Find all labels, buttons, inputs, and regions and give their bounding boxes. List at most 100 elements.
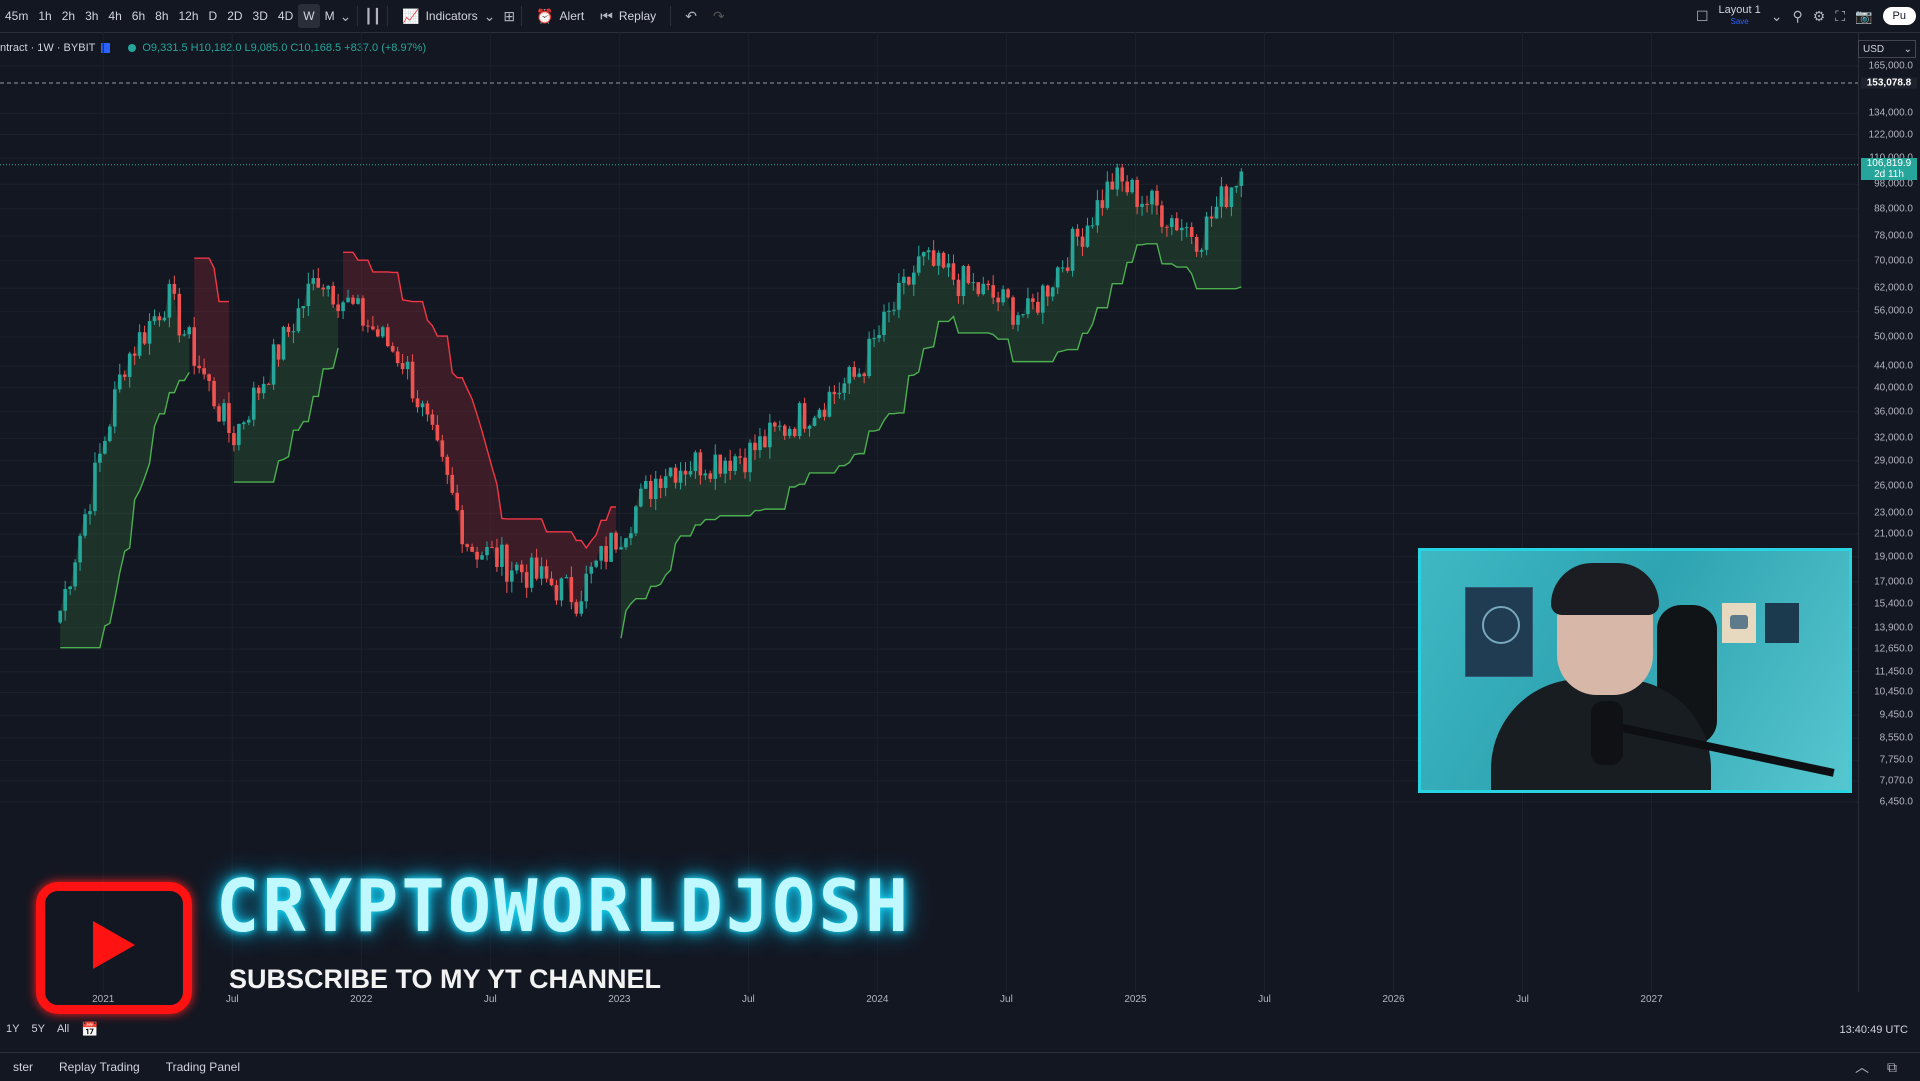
price-tick-label: 122,000.0 [1868, 129, 1914, 141]
play-icon [1730, 615, 1748, 629]
gear-icon[interactable]: ⚙ [1813, 8, 1826, 25]
brand-title: CRYPTOWORLDJOSH [216, 864, 912, 948]
candle-body [137, 332, 142, 356]
candle-body [837, 392, 842, 395]
tab-trading-panel[interactable]: Trading Panel [153, 1060, 253, 1074]
timeframe-6h[interactable]: 6h [127, 4, 150, 28]
chevron-down-icon[interactable]: ⌄ [1771, 8, 1783, 25]
candle-body [961, 266, 966, 297]
time-tick-label: Jul [1258, 994, 1271, 1005]
candle-body [559, 578, 564, 601]
timeframe-2h[interactable]: 2h [57, 4, 80, 28]
layout-label: Layout 1 [1718, 4, 1761, 16]
price-tick-label: 13,900.0 [1874, 622, 1913, 634]
candle-body [624, 538, 628, 548]
redo-icon[interactable]: ↷ [705, 8, 733, 25]
timeframe-d[interactable]: D [204, 4, 223, 28]
price-tick-label: 10,450.0 [1874, 686, 1913, 698]
price-tick-label: 26,000.0 [1874, 480, 1913, 492]
candle-body [162, 317, 167, 321]
chevron-down-icon[interactable]: ⌄ [340, 8, 352, 25]
maximize-icon[interactable]: ⧉ [1874, 1059, 1910, 1076]
calendar-icon[interactable]: 📅 [75, 1021, 104, 1038]
candle-body [281, 326, 286, 360]
timeframe-3d[interactable]: 3D [248, 4, 273, 28]
quick-search-icon[interactable]: ⚲ [1792, 8, 1802, 25]
time-tick-label: 2023 [608, 994, 631, 1005]
timeframe-1h[interactable]: 1h [33, 4, 56, 28]
candle-body [574, 602, 579, 614]
timeframe-4h[interactable]: 4h [103, 4, 126, 28]
candle-body [971, 282, 976, 284]
timeframe-3h[interactable]: 3h [80, 4, 103, 28]
candle-body [475, 551, 479, 560]
candle-body [768, 422, 772, 448]
candle-body [490, 547, 494, 549]
publish-button[interactable]: Pu [1882, 7, 1916, 25]
candle-body [311, 278, 316, 284]
candle-body [887, 310, 891, 312]
price-tick-label: 19,000.0 [1874, 551, 1913, 563]
candle-body [1160, 205, 1164, 227]
timeframe-2d[interactable]: 2D [222, 4, 247, 28]
candle-body [68, 586, 72, 590]
fullscreen-icon[interactable]: ⛶ [1835, 8, 1845, 25]
timeframe-m[interactable]: M [320, 4, 340, 28]
candle-body [1130, 179, 1134, 193]
undo-icon[interactable]: ↶ [677, 8, 705, 25]
tab-replay-trading[interactable]: Replay Trading [46, 1060, 153, 1074]
price-tick-label: 7,070.0 [1879, 775, 1913, 787]
candle-body [688, 471, 693, 475]
candle-body [1085, 225, 1090, 247]
candle-body [450, 474, 455, 493]
candle-body [1031, 298, 1035, 302]
price-axis[interactable]: 165,000.0134,000.0122,000.0110,000.098,0… [1858, 32, 1920, 992]
candle-body [142, 332, 147, 344]
indicators-button[interactable]: 📈 Indicators ⌄ [394, 3, 503, 29]
candle-body [951, 263, 956, 280]
timeframe-w[interactable]: W [298, 4, 320, 28]
square-icon[interactable]: ☐ [1696, 8, 1709, 25]
candle-body [648, 480, 653, 500]
alert-button[interactable]: ⏰ Alert [528, 3, 592, 29]
replay-button[interactable]: ⏮ Replay [592, 3, 664, 29]
candle-body [217, 406, 221, 422]
price-tick-label: 165,000.0 [1868, 60, 1914, 72]
bitcoin-poster [1465, 587, 1533, 677]
candle-body [1184, 227, 1189, 229]
timeframe-8h[interactable]: 8h [150, 4, 173, 28]
range-5y[interactable]: 5Y [25, 1023, 50, 1035]
candle-body [733, 456, 737, 472]
candle-body [83, 514, 87, 536]
candle-body [882, 311, 886, 336]
price-chart[interactable] [0, 32, 1858, 992]
subscribe-caption: SUBSCRIBE TO MY YT CHANNEL [229, 964, 662, 994]
chart-area[interactable] [0, 32, 1858, 992]
candle-body [1001, 289, 1005, 303]
candle-body [1214, 206, 1219, 219]
supertrend-up-fill [233, 278, 339, 483]
candle-body [867, 338, 871, 377]
timeframe-45m[interactable]: 45m [0, 4, 33, 28]
candle-body [1224, 186, 1229, 207]
currency-select[interactable]: USD ⌄ [1858, 40, 1916, 58]
layout-button[interactable]: Layout 1 Save [1719, 5, 1761, 27]
templates-icon[interactable]: ⊞ [503, 8, 515, 25]
candle-style-icon[interactable]: ┃┃ [364, 8, 381, 25]
timeframe-4d[interactable]: 4D [273, 4, 298, 28]
candle-body [1041, 285, 1045, 313]
candle-body [1011, 297, 1015, 325]
tab-screener[interactable]: ster [0, 1060, 46, 1074]
candle-body [1125, 181, 1129, 193]
candle-body [356, 298, 360, 304]
candle-body [1100, 200, 1105, 208]
timeframe-12h[interactable]: 12h [174, 4, 204, 28]
last-price-value: 106,819.9 [1866, 157, 1912, 169]
candle-body [410, 361, 415, 399]
range-all[interactable]: All [51, 1023, 75, 1035]
clock[interactable]: 13:40:49 UTC [1840, 1024, 1908, 1036]
camera-icon[interactable]: 📷 [1855, 8, 1872, 25]
candle-body [966, 266, 971, 284]
candle-body [103, 440, 107, 454]
range-1y[interactable]: 1Y [0, 1023, 25, 1035]
